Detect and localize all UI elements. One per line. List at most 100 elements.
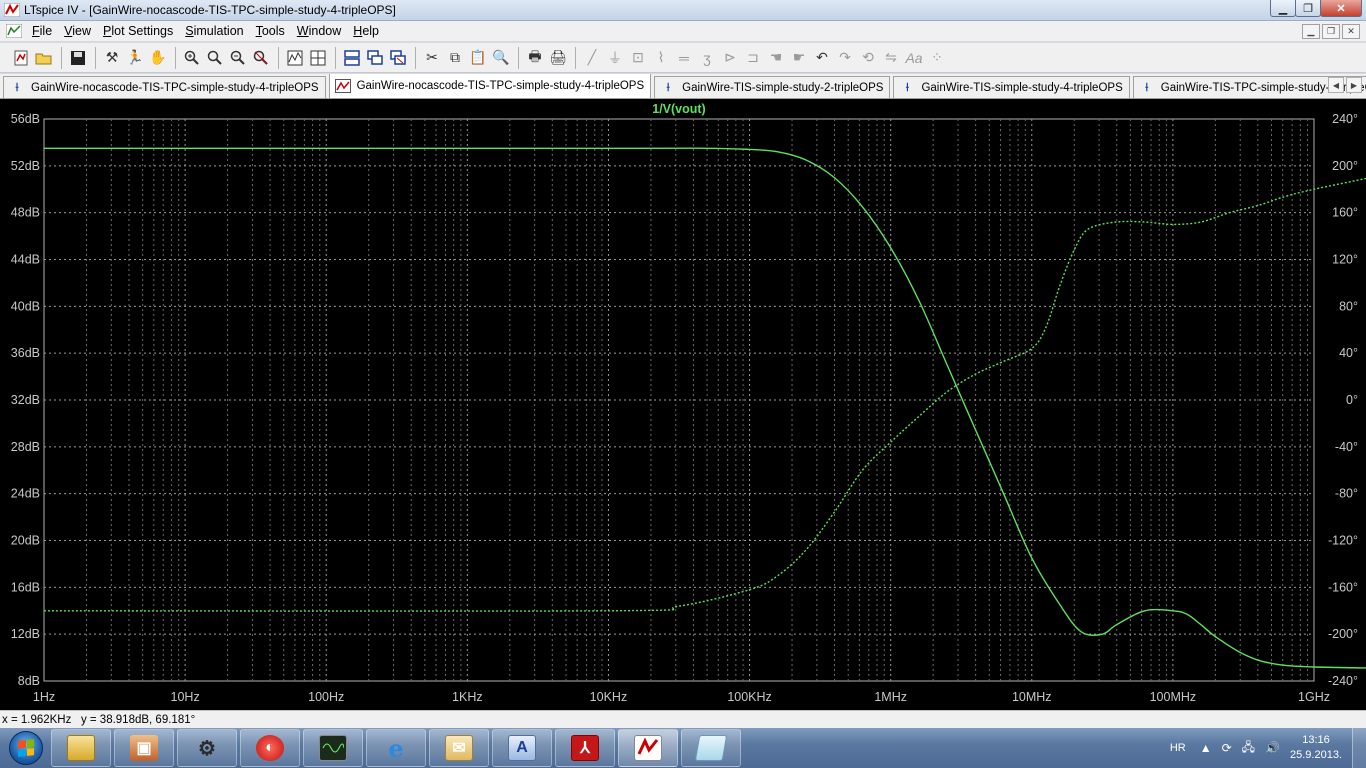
mdi-restore-button[interactable]: ❐ xyxy=(1322,24,1340,39)
trace-title: 1/V(vout) xyxy=(652,102,705,116)
toolbar-separator xyxy=(278,46,279,69)
taskbar-explorer[interactable] xyxy=(51,729,111,767)
y-right-tick-label: 120° xyxy=(1332,253,1358,267)
paste-icon[interactable]: 📋 xyxy=(467,47,489,69)
mdi-close-button[interactable]: ✕ xyxy=(1342,24,1360,39)
word-icon: A xyxy=(508,735,536,761)
mdi-minimize-button[interactable]: ▁ xyxy=(1302,24,1320,39)
show-desktop-button[interactable] xyxy=(1352,728,1366,768)
close-button[interactable]: ✕ xyxy=(1320,0,1362,17)
menu-file[interactable]: File xyxy=(26,24,58,38)
rotate-icon[interactable]: ⟲ xyxy=(857,47,879,69)
y-right-tick-label: -40° xyxy=(1335,440,1358,454)
show-hidden-icons-icon[interactable]: ▲ xyxy=(1200,741,1212,755)
waveform-plot[interactable]: 56dB 52dB 48dB 44dB 40dB 36dB 32dB 28dB 24dB 20dB… xyxy=(0,99,1366,710)
phase-trace xyxy=(43,177,1366,612)
spice-directive-icon[interactable]: ⁘ xyxy=(926,47,948,69)
run-icon[interactable]: 🏃 xyxy=(124,47,146,69)
autorange-icon[interactable] xyxy=(284,47,306,69)
explorer-icon xyxy=(67,735,95,761)
language-indicator[interactable]: HR xyxy=(1170,742,1186,754)
taskbar-notes[interactable] xyxy=(681,729,741,767)
menu-simulation[interactable]: Simulation xyxy=(179,24,249,38)
taskbar-internet-explorer[interactable]: e xyxy=(366,729,426,767)
ground-icon[interactable]: ⏚ xyxy=(604,47,626,69)
label-icon[interactable]: ⊡ xyxy=(627,47,649,69)
menu-window[interactable]: Window xyxy=(291,24,347,38)
clock-date: 25.9.2013. xyxy=(1290,749,1342,761)
volume-icon[interactable]: 🔊 xyxy=(1265,741,1280,755)
tab-gainwire-nocascode-tis-tpc-4[interactable]: ⟊ GainWire-nocascode-TIS-TPC-simple-stud… xyxy=(3,76,326,98)
x-tick-label: 1Hz xyxy=(33,690,55,704)
cursor-icon[interactable] xyxy=(307,47,329,69)
schematic-icon: ⟊ xyxy=(15,80,19,94)
zoom-fit-icon[interactable] xyxy=(250,47,272,69)
start-button[interactable] xyxy=(4,728,48,768)
component-icon[interactable]: ⊐ xyxy=(742,47,764,69)
tab-gainwire-nocascode-tis-tpc-4-plot[interactable]: GainWire-nocascode-TIS-TPC-simple-study-… xyxy=(328,74,652,98)
toolbar: ⚒ 🏃 ✋ ✂ ⧉ 📋 🔍 🖶 🖨 ╱ ⏚ ⊡ ⌇ ═ ʒ ⊳ ⊐ ☚ ☛ ↶ … xyxy=(0,43,1366,73)
open-icon[interactable] xyxy=(33,47,55,69)
save-icon[interactable] xyxy=(67,47,89,69)
taskbar-media[interactable]: ◐ xyxy=(240,729,300,767)
zoom-in-icon[interactable] xyxy=(181,47,203,69)
redo-icon[interactable]: ↷ xyxy=(834,47,856,69)
taskbar-acrobat[interactable]: ⅄ xyxy=(555,729,615,767)
mirror-icon[interactable]: ⇋ xyxy=(880,47,902,69)
drag-icon[interactable]: ☛ xyxy=(788,47,810,69)
tab-label: GainWire-TIS-simple-study-4-tripleOPS xyxy=(921,81,1123,94)
maximize-button[interactable]: ❐ xyxy=(1295,0,1321,17)
taskbar-tools[interactable]: ⚙ xyxy=(177,729,237,767)
inductor-icon[interactable]: ʒ xyxy=(696,47,718,69)
resistor-icon[interactable]: ⌇ xyxy=(650,47,672,69)
wire-icon[interactable]: ╱ xyxy=(581,47,603,69)
cut-icon[interactable]: ✂ xyxy=(421,47,443,69)
internet-explorer-icon: e xyxy=(388,733,404,763)
y-left-tick-label: 36dB xyxy=(11,346,40,360)
menu-plot-settings[interactable]: Plot Settings xyxy=(97,24,179,38)
x-tick-label: 1GHz xyxy=(1298,690,1330,704)
print-icon[interactable]: 🖨 xyxy=(547,47,569,69)
control-panel-icon[interactable]: ⚒ xyxy=(101,47,123,69)
taskbar-ltspice[interactable] xyxy=(618,729,678,767)
sync-icon[interactable]: ⟳ xyxy=(1222,741,1232,755)
tile-horizontal-icon[interactable] xyxy=(341,47,363,69)
taskbar-oscilloscope[interactable] xyxy=(303,729,363,767)
tab-gainwire-tis-4[interactable]: ⟊ GainWire-TIS-simple-study-4-tripleOPS xyxy=(893,76,1130,98)
taskbar-word[interactable]: A xyxy=(492,729,552,767)
network-icon[interactable]: 🖧 xyxy=(1242,738,1255,759)
tab-scroll-right-button[interactable]: ▶ xyxy=(1346,77,1362,93)
diode-icon[interactable]: ⊳ xyxy=(719,47,741,69)
new-schematic-icon[interactable] xyxy=(10,47,32,69)
zoom-area-icon[interactable] xyxy=(204,47,226,69)
minimize-button[interactable]: ▁ xyxy=(1270,0,1296,17)
tab-gainwire-tis-2[interactable]: ⟊ GainWire-TIS-simple-study-2-tripleOPS xyxy=(654,76,891,98)
menu-view[interactable]: View xyxy=(58,24,97,38)
bode-plot-chart[interactable]: 56dB 52dB 48dB 44dB 40dB 36dB 32dB 28dB 24dB 20dB… xyxy=(0,99,1366,710)
menu-tools[interactable]: Tools xyxy=(250,24,291,38)
clock[interactable]: 13:16 25.9.2013. xyxy=(1290,733,1342,763)
print-preview-icon[interactable]: 🖶 xyxy=(524,47,546,69)
copy-icon[interactable]: ⧉ xyxy=(444,47,466,69)
find-icon[interactable]: 🔍 xyxy=(490,47,512,69)
tab-scroll-left-button[interactable]: ◀ xyxy=(1328,77,1344,93)
zoom-out-icon[interactable] xyxy=(227,47,249,69)
text-icon[interactable]: Aa xyxy=(903,47,925,69)
move-icon[interactable]: ☚ xyxy=(765,47,787,69)
undo-icon[interactable]: ↶ xyxy=(811,47,833,69)
close-all-icon[interactable] xyxy=(387,47,409,69)
cascade-icon[interactable] xyxy=(364,47,386,69)
taskbar-mail[interactable]: ✉ xyxy=(429,729,489,767)
pan-icon[interactable]: ✋ xyxy=(147,47,169,69)
capacitor-icon[interactable]: ═ xyxy=(673,47,695,69)
taskbar-installer[interactable]: ▣ xyxy=(114,729,174,767)
acrobat-icon: ⅄ xyxy=(571,735,599,761)
cursor-readout: x = 1.962KHz y = 38.918dB, 69.181° xyxy=(2,713,196,726)
toolbar-separator xyxy=(518,46,519,69)
y-left-tick-label: 16dB xyxy=(11,580,40,594)
y-left-tick-label: 8dB xyxy=(18,674,40,688)
menu-help[interactable]: Help xyxy=(347,24,385,38)
notes-icon xyxy=(694,735,728,761)
schematic-icon: ⟊ xyxy=(905,80,909,94)
document-icon[interactable] xyxy=(5,23,23,39)
